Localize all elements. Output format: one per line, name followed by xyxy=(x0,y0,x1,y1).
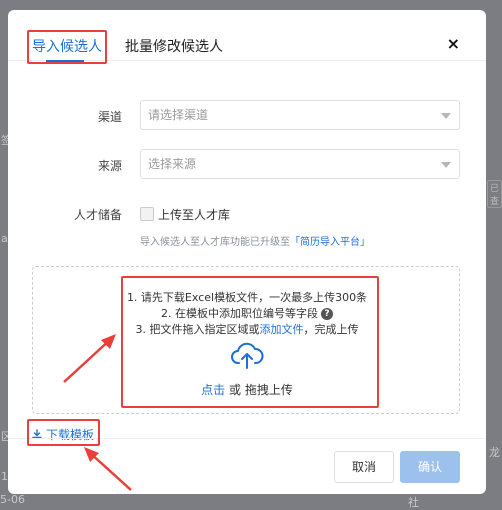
background-fragment: 社 xyxy=(408,496,419,509)
channel-select[interactable]: 请选择渠道 xyxy=(140,100,460,130)
channel-placeholder: 请选择渠道 xyxy=(148,108,209,122)
annotation-box-import-tab xyxy=(27,30,107,64)
talent-pool-hint: 导入候选人至人才库功能已升级至「简历导入平台」 xyxy=(140,233,370,248)
background-tag: 已查 xyxy=(487,180,502,208)
chevron-down-icon xyxy=(441,113,451,119)
close-icon[interactable]: × xyxy=(447,34,460,53)
channel-label: 渠道 xyxy=(97,110,122,124)
tab-batch-edit-candidates[interactable]: 批量修改候选人 xyxy=(125,36,223,56)
annotation-box-instructions xyxy=(121,276,379,408)
confirm-button[interactable]: 确认 xyxy=(400,451,460,483)
source-placeholder: 选择来源 xyxy=(148,157,197,171)
upload-to-talent-pool-label[interactable]: 上传至人才库 xyxy=(158,206,230,223)
hint-text: 导入候选人至人才库功能已升级至 xyxy=(140,237,290,248)
background-fragment: 5-06 xyxy=(0,493,25,506)
upload-to-talent-pool-checkbox[interactable] xyxy=(140,207,154,221)
background-fragment: 龙 xyxy=(489,446,500,459)
resume-import-platform-link[interactable]: 「简历导入平台」 xyxy=(290,237,370,248)
background-fragment: a xyxy=(1,232,8,245)
talent-reserve-label: 人才储备 xyxy=(73,208,122,222)
cancel-button[interactable]: 取消 xyxy=(334,451,394,483)
chevron-down-icon xyxy=(441,162,451,168)
source-select[interactable]: 选择来源 xyxy=(140,149,460,179)
source-label: 来源 xyxy=(97,159,122,173)
annotation-box-download-template xyxy=(27,419,100,446)
